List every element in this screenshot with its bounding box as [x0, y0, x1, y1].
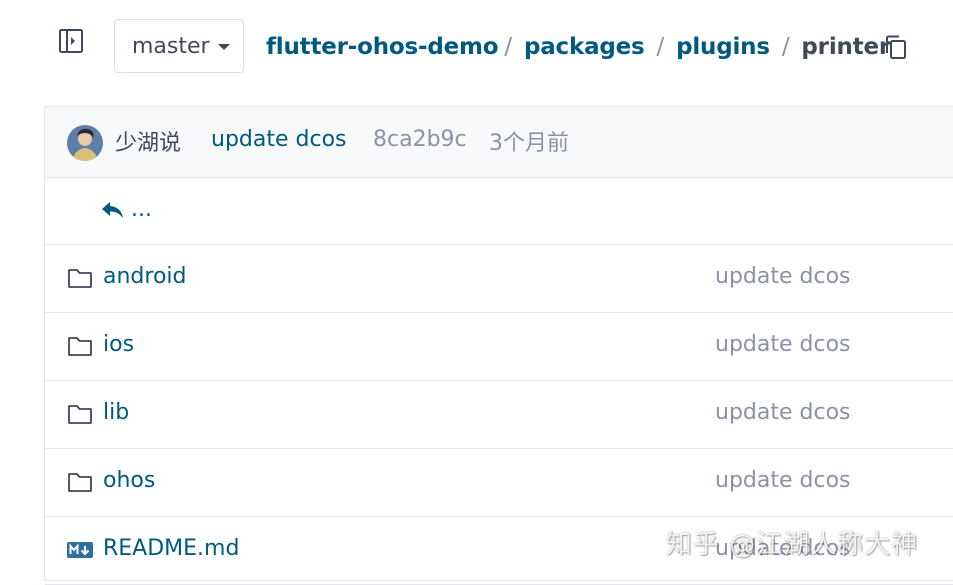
branch-name: master — [132, 33, 210, 59]
latest-commit-bar: 少湖说 update dcos 8ca2b9c 3个月前 — [45, 107, 953, 178]
breadcrumb-packages[interactable]: packages — [524, 34, 645, 60]
markdown-file-icon — [67, 542, 93, 558]
parent-directory-label: ... — [131, 197, 152, 222]
breadcrumb-separator: / — [781, 34, 790, 60]
file-row-lib[interactable]: lib update dcos — [45, 381, 953, 449]
copy-path-icon[interactable] — [884, 34, 908, 60]
watermark: 知乎 @江湖人称大神 — [666, 530, 919, 560]
breadcrumb-separator: / — [656, 34, 665, 60]
file-commit-message[interactable]: update dcos — [715, 468, 851, 493]
file-row-ohos[interactable]: ohos update dcos — [45, 449, 953, 517]
commit-time: 3个月前 — [489, 131, 569, 156]
breadcrumb-current: printer — [801, 34, 891, 60]
breadcrumb: flutter-ohos-demo / packages / plugins /… — [266, 30, 890, 64]
commit-hash[interactable]: 8ca2b9c — [373, 127, 467, 152]
folder-icon — [68, 269, 92, 288]
sidebar-toggle-icon[interactable] — [58, 28, 84, 54]
file-name[interactable]: ios — [103, 332, 134, 357]
file-commit-message[interactable]: update dcos — [715, 264, 851, 289]
commit-author[interactable]: 少湖说 — [115, 125, 181, 157]
chevron-down-icon — [217, 44, 230, 50]
folder-icon — [68, 405, 92, 424]
repo-toolbar: master flutter-ohos-demo / packages / pl… — [0, 0, 953, 95]
file-name[interactable]: android — [103, 264, 187, 289]
breadcrumb-plugins[interactable]: plugins — [676, 34, 770, 60]
commit-message[interactable]: update dcos — [211, 127, 347, 152]
parent-directory-link[interactable]: ... — [101, 197, 152, 222]
breadcrumb-repo[interactable]: flutter-ohos-demo — [266, 34, 499, 60]
file-commit-message[interactable]: update dcos — [715, 400, 851, 425]
folder-icon — [68, 337, 92, 356]
file-name[interactable]: README.md — [103, 536, 239, 561]
breadcrumb-separator: / — [504, 34, 512, 60]
folder-icon — [68, 473, 92, 492]
file-name[interactable]: ohos — [103, 468, 155, 493]
branch-selector[interactable]: master — [114, 19, 244, 73]
reply-arrow-icon — [102, 201, 123, 218]
file-name[interactable]: lib — [103, 400, 129, 425]
file-commit-message[interactable]: update dcos — [715, 332, 851, 357]
file-list-panel: 少湖说 update dcos 8ca2b9c 3个月前 ... android… — [44, 106, 953, 585]
file-row-ios[interactable]: ios update dcos — [45, 313, 953, 381]
parent-directory-row[interactable]: ... — [45, 177, 953, 245]
file-row-android[interactable]: android update dcos — [45, 245, 953, 313]
avatar[interactable] — [67, 125, 103, 161]
